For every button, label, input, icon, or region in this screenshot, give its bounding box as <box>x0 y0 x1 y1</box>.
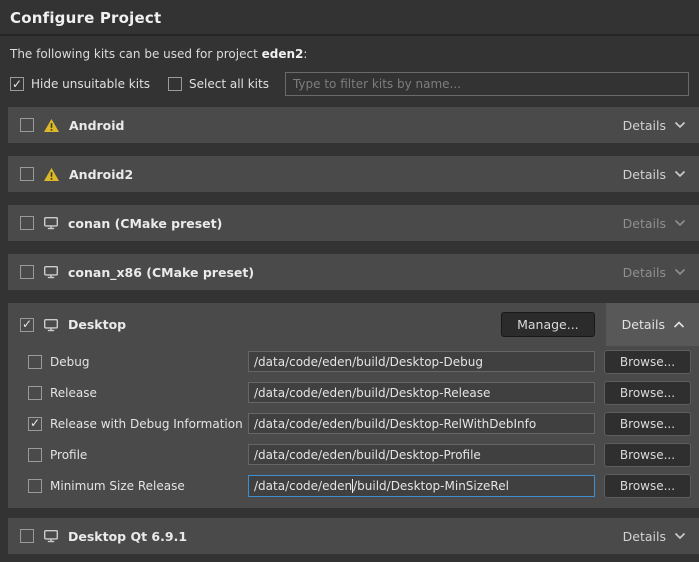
kit-name: conan (CMake preset) <box>68 216 222 231</box>
kit-filter-input[interactable] <box>285 72 689 96</box>
details-button[interactable]: Details <box>623 167 686 182</box>
chevron-up-icon <box>673 321 685 329</box>
config-checkbox[interactable] <box>28 417 42 431</box>
config-row-debug: Debug Browse... <box>8 346 699 377</box>
kit-checkbox[interactable] <box>20 318 34 332</box>
kit-row-conan-x86[interactable]: conan_x86 (CMake preset) Details <box>8 254 699 290</box>
details-button-expanded[interactable]: Details <box>606 303 699 346</box>
build-dir-input[interactable] <box>248 413 595 434</box>
kit-checkbox[interactable] <box>20 167 34 181</box>
desktop-icon <box>43 265 59 279</box>
chevron-down-icon <box>674 170 686 178</box>
details-button[interactable]: Details <box>623 529 686 544</box>
config-checkbox[interactable] <box>28 479 42 493</box>
chevron-down-icon <box>674 268 686 276</box>
desktop-icon <box>43 318 59 332</box>
kit-row-desktop-qt[interactable]: Desktop Qt 6.9.1 Details <box>8 518 699 554</box>
chevron-down-icon <box>674 219 686 227</box>
kit-row-android2[interactable]: Android2 Details <box>8 156 699 192</box>
manage-button[interactable]: Manage... <box>501 312 595 337</box>
kit-name: Android <box>69 118 125 133</box>
config-checkbox[interactable] <box>28 355 42 369</box>
browse-button[interactable]: Browse... <box>604 412 691 436</box>
chevron-down-icon <box>674 532 686 540</box>
kit-row-android[interactable]: Android Details <box>8 107 699 143</box>
build-dir-input[interactable] <box>248 382 595 403</box>
kit-panel-desktop: Desktop Manage... Details Debug Browse..… <box>8 303 699 508</box>
hide-unsuitable-checkbox[interactable] <box>10 77 24 91</box>
warning-icon <box>43 167 60 182</box>
build-dir-input[interactable] <box>248 351 595 372</box>
config-label: Release <box>50 386 248 400</box>
build-dir-input-focused[interactable]: /data/code/eden/build/Desktop-MinSizeRel <box>248 475 595 497</box>
configure-project-dialog: Configure Project The following kits can… <box>0 0 699 562</box>
title-bar: Configure Project <box>0 0 699 36</box>
browse-button[interactable]: Browse... <box>604 381 691 405</box>
kit-filter-controls: Hide unsuitable kits Select all kits <box>10 72 689 96</box>
config-row-release: Release Browse... <box>8 377 699 408</box>
browse-button[interactable]: Browse... <box>604 350 691 374</box>
config-label: Debug <box>50 355 248 369</box>
chevron-down-icon <box>674 121 686 129</box>
kit-name: conan_x86 (CMake preset) <box>68 265 254 280</box>
details-button[interactable]: Details <box>623 118 686 133</box>
kit-checkbox[interactable] <box>20 216 34 230</box>
page-title: Configure Project <box>10 9 689 27</box>
browse-button[interactable]: Browse... <box>604 443 691 467</box>
intro-text: The following kits can be used for proje… <box>10 47 689 61</box>
desktop-icon <box>43 216 59 230</box>
config-label: Minimum Size Release <box>50 479 248 493</box>
kit-row-desktop[interactable]: Desktop Manage... Details <box>8 303 699 346</box>
config-row-minsizerel: Minimum Size Release /data/code/eden/bui… <box>8 470 699 501</box>
hide-unsuitable-label[interactable]: Hide unsuitable kits <box>31 77 150 91</box>
kit-list: Android Details Android2 Details c <box>0 107 699 554</box>
config-row-relwithdebinfo: Release with Debug Information Browse... <box>8 408 699 439</box>
build-dir-input[interactable] <box>248 444 595 465</box>
project-name: eden2 <box>262 47 304 61</box>
config-row-profile: Profile Browse... <box>8 439 699 470</box>
kit-checkbox[interactable] <box>20 529 34 543</box>
kit-name: Desktop Qt 6.9.1 <box>68 529 187 544</box>
select-all-checkbox[interactable] <box>168 77 182 91</box>
kit-checkbox[interactable] <box>20 118 34 132</box>
browse-button[interactable]: Browse... <box>604 474 691 498</box>
select-all-label[interactable]: Select all kits <box>189 77 269 91</box>
config-checkbox[interactable] <box>28 386 42 400</box>
kit-checkbox[interactable] <box>20 265 34 279</box>
kit-name: Desktop <box>68 317 126 332</box>
kit-name: Android2 <box>69 167 133 182</box>
details-button[interactable]: Details <box>623 265 686 280</box>
kit-row-conan[interactable]: conan (CMake preset) Details <box>8 205 699 241</box>
details-button[interactable]: Details <box>623 216 686 231</box>
config-label: Release with Debug Information <box>50 417 248 431</box>
desktop-icon <box>43 529 59 543</box>
config-checkbox[interactable] <box>28 448 42 462</box>
config-label: Profile <box>50 448 248 462</box>
warning-icon <box>43 118 60 133</box>
